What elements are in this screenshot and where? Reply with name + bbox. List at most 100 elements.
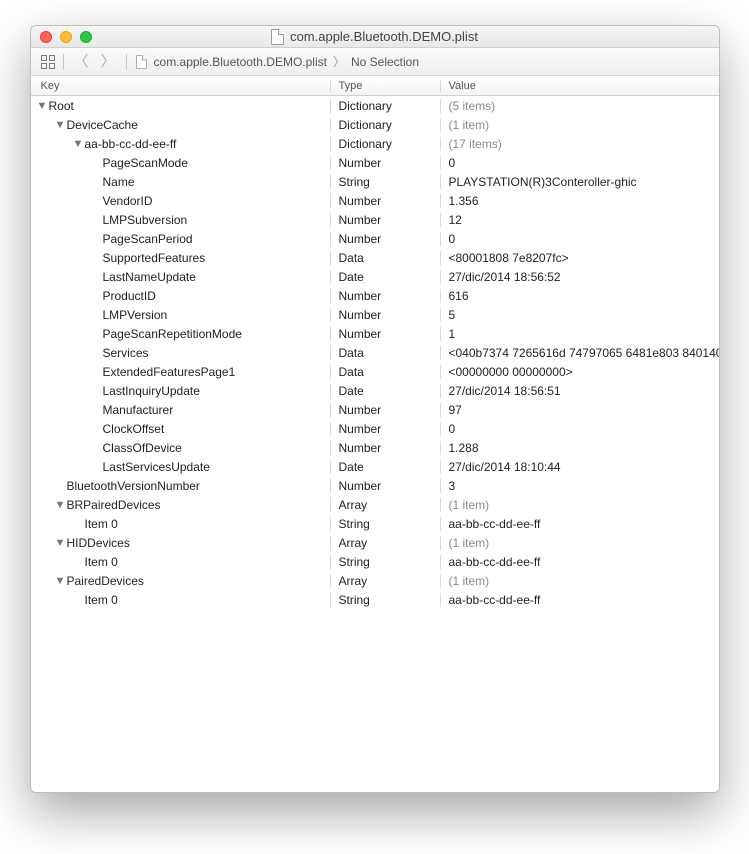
- type-label[interactable]: Dictionary: [331, 137, 441, 151]
- key-label[interactable]: Name: [103, 175, 135, 189]
- breadcrumb[interactable]: com.apple.Bluetooth.DEMO.plist 〉 No Sele…: [135, 53, 419, 70]
- key-label[interactable]: ClassOfDevice: [103, 441, 182, 455]
- type-label[interactable]: Number: [331, 194, 441, 208]
- table-row[interactable]: ▼HIDDevices Array(1 item): [31, 533, 719, 552]
- table-row[interactable]: ▼RootDictionary(5 items): [31, 96, 719, 115]
- value-label[interactable]: <040b7374 7265616d 74797065 6481e803 840…: [441, 346, 719, 360]
- table-row[interactable]: PageScanMode Number0: [31, 153, 719, 172]
- value-label[interactable]: 12: [441, 213, 719, 227]
- table-row[interactable]: Item 0Stringaa-bb-cc-dd-ee-ff: [31, 552, 719, 571]
- value-label[interactable]: 1.356: [441, 194, 719, 208]
- value-label[interactable]: 27/dic/2014 18:10:44: [441, 460, 719, 474]
- key-label[interactable]: BRPairedDevices: [67, 498, 161, 512]
- value-label[interactable]: 0: [441, 232, 719, 246]
- type-label[interactable]: Number: [331, 308, 441, 322]
- value-label[interactable]: (1 item): [441, 118, 719, 132]
- table-row[interactable]: ManufacturerNumber97: [31, 400, 719, 419]
- table-row[interactable]: NameStringPLAYSTATION(R)3Conteroller-ghi…: [31, 172, 719, 191]
- table-row[interactable]: PageScanRepetitionMode Number1: [31, 324, 719, 343]
- key-label[interactable]: ProductID: [103, 289, 156, 303]
- key-label[interactable]: DeviceCache: [67, 118, 138, 132]
- table-row[interactable]: ExtendedFeaturesPage1Data<00000000 00000…: [31, 362, 719, 381]
- type-label[interactable]: Number: [331, 441, 441, 455]
- type-label[interactable]: Number: [331, 213, 441, 227]
- key-label[interactable]: LastNameUpdate: [103, 270, 196, 284]
- table-row[interactable]: SupportedFeaturesData<80001808 7e8207fc>: [31, 248, 719, 267]
- table-row[interactable]: LastServicesUpdate Date27/dic/2014 18:10:…: [31, 457, 719, 476]
- value-label[interactable]: <80001808 7e8207fc>: [441, 251, 719, 265]
- key-label[interactable]: PageScanRepetitionMode: [103, 327, 242, 341]
- key-label[interactable]: LMPSubversion: [103, 213, 188, 227]
- type-label[interactable]: String: [331, 517, 441, 531]
- value-label[interactable]: aa-bb-cc-dd-ee-ff: [441, 517, 719, 531]
- type-label[interactable]: Data: [331, 365, 441, 379]
- value-label[interactable]: 3: [441, 479, 719, 493]
- value-label[interactable]: 5: [441, 308, 719, 322]
- key-label[interactable]: VendorID: [103, 194, 153, 208]
- value-label[interactable]: (1 item): [441, 574, 719, 588]
- value-label[interactable]: (1 item): [441, 536, 719, 550]
- table-row[interactable]: ▼PairedDevicesArray(1 item): [31, 571, 719, 590]
- value-label[interactable]: aa-bb-cc-dd-ee-ff: [441, 555, 719, 569]
- value-label[interactable]: <00000000 00000000>: [441, 365, 719, 379]
- breadcrumb-file[interactable]: com.apple.Bluetooth.DEMO.plist: [154, 55, 327, 69]
- type-label[interactable]: Number: [331, 479, 441, 493]
- table-row[interactable]: ClockOffsetNumber0: [31, 419, 719, 438]
- value-label[interactable]: (1 item): [441, 498, 719, 512]
- type-label[interactable]: String: [331, 175, 441, 189]
- type-label[interactable]: Dictionary: [331, 118, 441, 132]
- table-row[interactable]: ClassOfDevice Number1.288: [31, 438, 719, 457]
- close-button[interactable]: [40, 31, 52, 43]
- key-label[interactable]: Services: [103, 346, 149, 360]
- value-label[interactable]: (17 items): [441, 137, 719, 151]
- type-label[interactable]: Number: [331, 327, 441, 341]
- key-label[interactable]: Manufacturer: [103, 403, 174, 417]
- table-row[interactable]: Item 0 Stringaa-bb-cc-dd-ee-ff: [31, 514, 719, 533]
- disclosure-open-icon[interactable]: ▼: [55, 499, 65, 511]
- key-label[interactable]: Item 0: [85, 593, 118, 607]
- key-label[interactable]: SupportedFeatures: [103, 251, 206, 265]
- type-label[interactable]: Number: [331, 422, 441, 436]
- key-label[interactable]: PageScanPeriod: [103, 232, 193, 246]
- grid-icon[interactable]: [41, 55, 55, 69]
- key-label[interactable]: HIDDevices: [67, 536, 130, 550]
- value-label[interactable]: 1.288: [441, 441, 719, 455]
- key-label[interactable]: LastServicesUpdate: [103, 460, 210, 474]
- table-row[interactable]: ▼aa-bb-cc-dd-ee-ffDictionary(17 items): [31, 134, 719, 153]
- header-value[interactable]: Value: [441, 80, 719, 92]
- type-label[interactable]: Dictionary: [331, 99, 441, 113]
- type-label[interactable]: Array: [331, 536, 441, 550]
- value-label[interactable]: 0: [441, 156, 719, 170]
- disclosure-open-icon[interactable]: ▼: [55, 537, 65, 549]
- type-label[interactable]: Array: [331, 574, 441, 588]
- forward-button[interactable]: 〉: [99, 54, 118, 69]
- disclosure-open-icon[interactable]: ▼: [55, 575, 65, 587]
- table-row[interactable]: Item 0Stringaa-bb-cc-dd-ee-ff: [31, 590, 719, 609]
- type-label[interactable]: Number: [331, 232, 441, 246]
- type-label[interactable]: Number: [331, 289, 441, 303]
- type-label[interactable]: Number: [331, 156, 441, 170]
- key-label[interactable]: LMPVersion: [103, 308, 168, 322]
- value-label[interactable]: 616: [441, 289, 719, 303]
- type-label[interactable]: Date: [331, 460, 441, 474]
- value-label[interactable]: 0: [441, 422, 719, 436]
- header-key[interactable]: Key: [31, 80, 331, 92]
- value-label[interactable]: 27/dic/2014 18:56:51: [441, 384, 719, 398]
- disclosure-open-icon[interactable]: ▼: [73, 138, 83, 150]
- type-label[interactable]: Array: [331, 498, 441, 512]
- table-row[interactable]: LastNameUpdateDate27/dic/2014 18:56:52: [31, 267, 719, 286]
- disclosure-open-icon[interactable]: ▼: [37, 100, 47, 112]
- key-label[interactable]: Item 0: [85, 517, 118, 531]
- disclosure-open-icon[interactable]: ▼: [55, 119, 65, 131]
- table-row[interactable]: ▼DeviceCache Dictionary(1 item): [31, 115, 719, 134]
- key-label[interactable]: PageScanMode: [103, 156, 188, 170]
- key-label[interactable]: LastInquiryUpdate: [103, 384, 200, 398]
- value-label[interactable]: 27/dic/2014 18:56:52: [441, 270, 719, 284]
- value-label[interactable]: 97: [441, 403, 719, 417]
- type-label[interactable]: String: [331, 555, 441, 569]
- outline-body[interactable]: ▼RootDictionary(5 items)▼DeviceCacheDict…: [31, 96, 719, 792]
- type-label[interactable]: String: [331, 593, 441, 607]
- header-type[interactable]: Type: [331, 80, 441, 92]
- table-row[interactable]: LMPVersion Number5: [31, 305, 719, 324]
- value-label[interactable]: 1: [441, 327, 719, 341]
